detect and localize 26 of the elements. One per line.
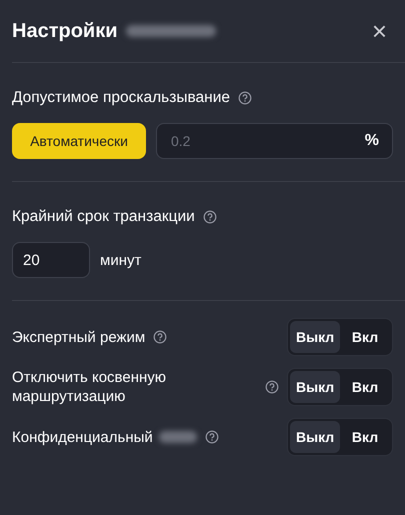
help-icon[interactable] xyxy=(204,430,219,444)
percent-unit: % xyxy=(364,132,379,150)
toggle-switch[interactable]: Выкл Вкл xyxy=(287,368,393,406)
toggle-option[interactable]: Вкл xyxy=(340,421,390,453)
help-icon[interactable] xyxy=(238,91,252,105)
setting-label: Отключить косвенную маршрутизацию xyxy=(12,368,168,406)
toggle-option[interactable]: Выкл xyxy=(290,371,340,403)
window-title: Настройки xyxy=(12,20,118,42)
help-icon[interactable] xyxy=(265,380,279,394)
toggle-option[interactable]: Выкл xyxy=(290,421,340,453)
blurred-text xyxy=(158,431,197,443)
toggle-option[interactable]: Выкл xyxy=(290,321,340,353)
auto-button[interactable]: Автоматически xyxy=(12,123,146,159)
deadline-input-field[interactable]: 20 xyxy=(12,242,90,278)
setting-label: Крайний срок транзакции xyxy=(12,208,195,226)
setting-label: Экспертный режим xyxy=(12,328,146,346)
close-button[interactable]: × xyxy=(366,18,393,44)
toggle-switch[interactable]: Выкл Вкл xyxy=(287,418,393,456)
setting-label: Конфиденциальный xyxy=(12,428,153,446)
help-icon[interactable] xyxy=(153,330,168,344)
toggle-option[interactable]: Вкл xyxy=(340,371,390,403)
help-icon[interactable] xyxy=(202,210,217,224)
minutes-unit: минут xyxy=(100,252,142,268)
toggle-option[interactable]: Вкл xyxy=(340,321,390,353)
toggle-switch[interactable]: Выкл Вкл xyxy=(287,318,393,356)
setting-label: Допустимое проскальзывание xyxy=(12,89,230,107)
